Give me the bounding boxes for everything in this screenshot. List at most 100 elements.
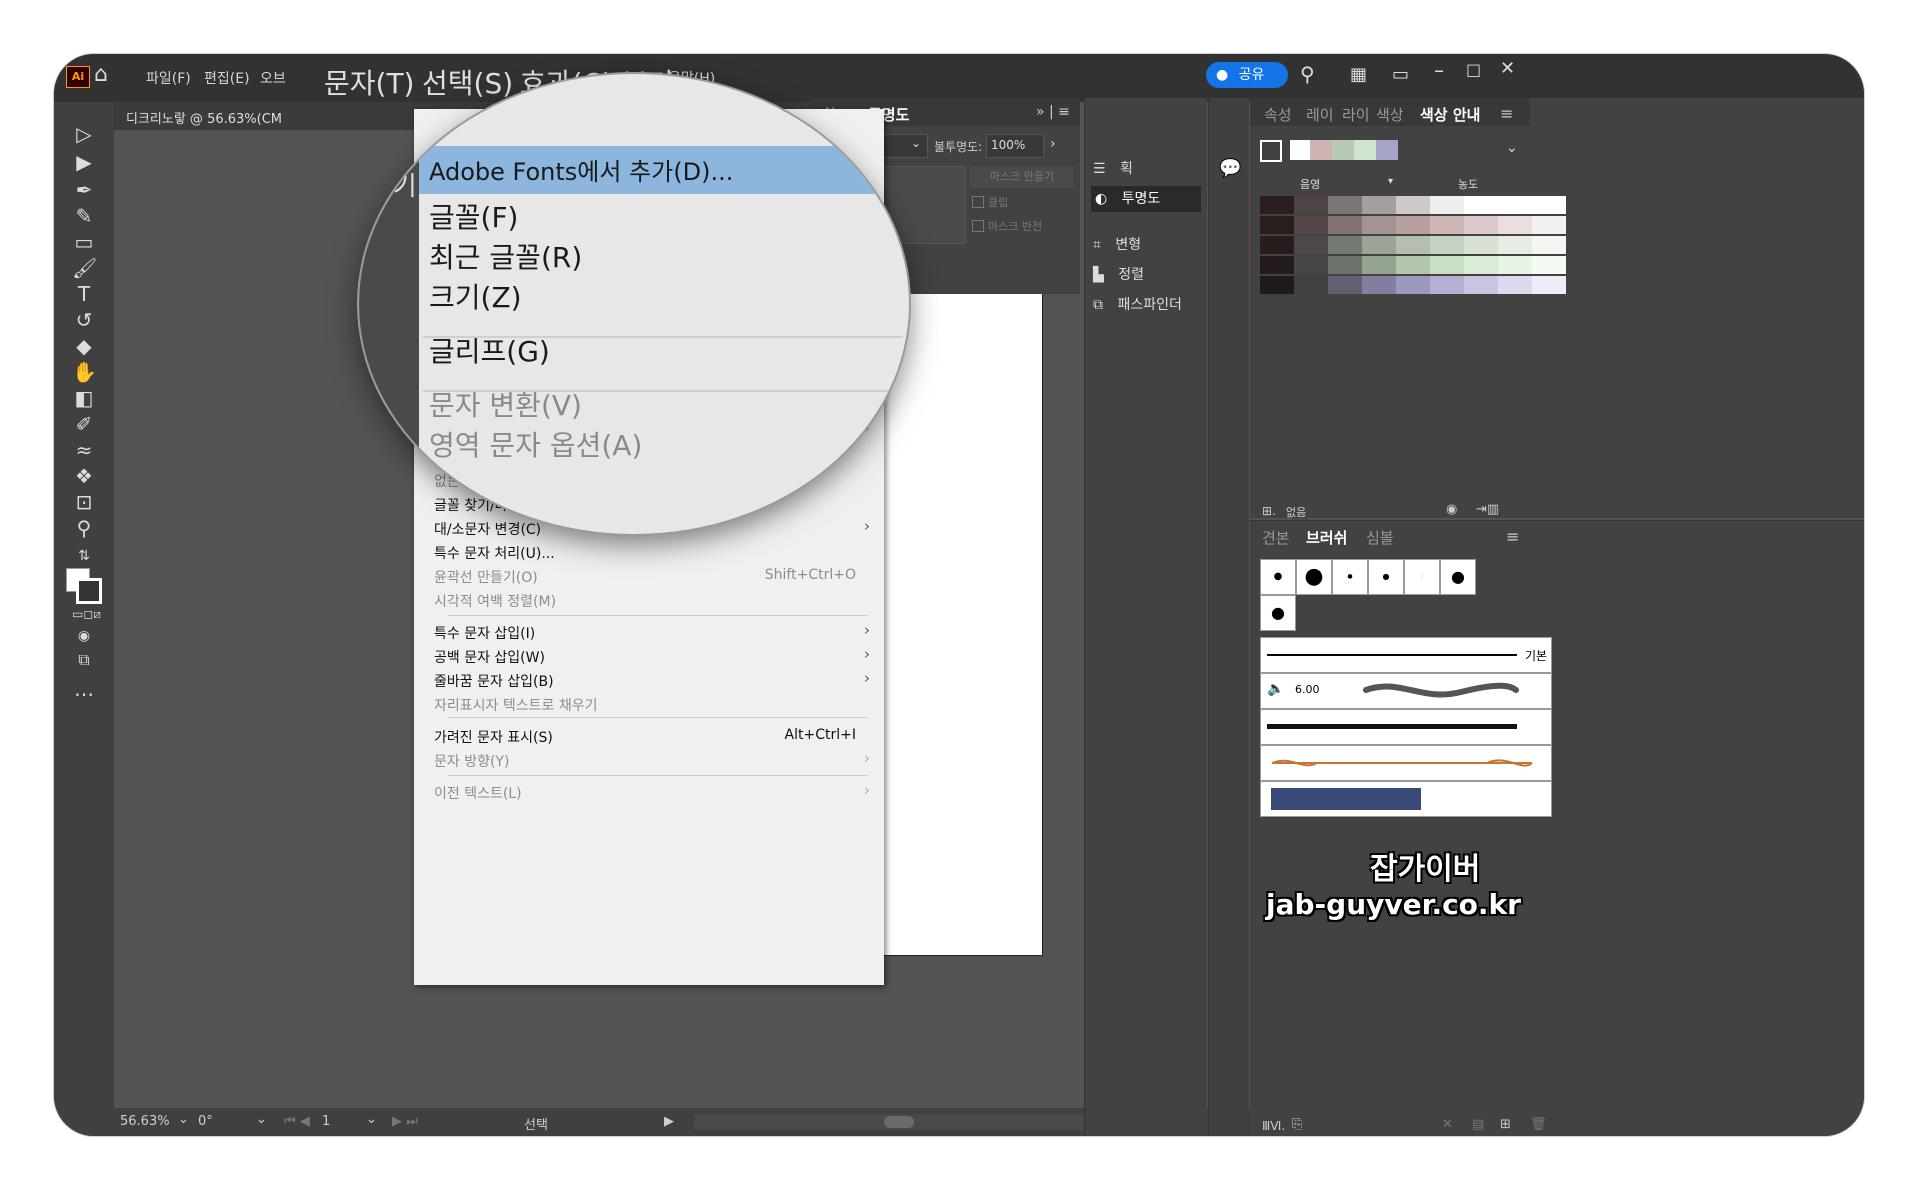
type-menu-item[interactable]: 자리표시자 텍스트로 채우기 bbox=[414, 695, 884, 717]
brush-basic[interactable]: 기본 bbox=[1260, 637, 1552, 673]
color-variation-cell[interactable] bbox=[1294, 276, 1328, 294]
make-mask-button[interactable]: 마스크 만들기 bbox=[970, 166, 1074, 188]
rectangle-tool-icon[interactable]: ▭ bbox=[72, 230, 96, 254]
h-scroll-thumb[interactable] bbox=[884, 1116, 914, 1128]
artboard-prev-icon[interactable]: ⏮ ◀ bbox=[284, 1114, 310, 1129]
curvature-tool-icon[interactable]: ✎ bbox=[72, 204, 96, 228]
panel-menu-icon[interactable]: ≡ bbox=[1500, 104, 1513, 123]
home-icon[interactable]: ⌂ bbox=[94, 62, 108, 87]
brush-pattern[interactable] bbox=[1260, 781, 1552, 817]
lens-menu-item[interactable]: 최근 글꼴(R) bbox=[429, 236, 582, 276]
color-variation-cell[interactable] bbox=[1498, 236, 1532, 254]
color-variation-cell[interactable] bbox=[1328, 276, 1362, 294]
pen-tool-icon[interactable]: ✒ bbox=[72, 178, 96, 202]
panel-toggle-icon[interactable]: ▭ bbox=[1392, 64, 1409, 85]
color-variation-cell[interactable] bbox=[1464, 276, 1498, 294]
blend-tool-icon[interactable]: ≈ bbox=[72, 438, 96, 462]
color-variation-grid[interactable] bbox=[1260, 196, 1566, 296]
invert-mask-checkbox[interactable] bbox=[972, 220, 984, 232]
close-icon[interactable]: ✕ bbox=[1500, 58, 1515, 79]
brush-library-icon[interactable]: ⅢⅥ. bbox=[1262, 1119, 1285, 1133]
color-variation-cell[interactable] bbox=[1294, 256, 1328, 274]
brush-calligraphic[interactable]: 🔈 6.00 bbox=[1260, 673, 1552, 709]
dock-item-transparency[interactable]: ◐ 투명도 bbox=[1091, 186, 1201, 212]
tab-swatches[interactable]: 견본 bbox=[1262, 527, 1290, 548]
type-menu-item[interactable]: 공백 문자 삽입(W) › bbox=[414, 645, 884, 669]
remove-stroke-icon[interactable]: ✕ bbox=[1442, 1117, 1453, 1132]
color-variation-cell[interactable] bbox=[1294, 196, 1328, 214]
tab-layers[interactable]: 레이 bbox=[1306, 104, 1334, 125]
harmony-color-3[interactable] bbox=[1354, 140, 1376, 160]
rotate-tool-icon[interactable]: ↺ bbox=[72, 308, 96, 332]
color-variation-cell[interactable] bbox=[1294, 236, 1328, 254]
color-variation-cell[interactable] bbox=[1532, 216, 1566, 234]
color-variation-cell[interactable] bbox=[1430, 276, 1464, 294]
minimize-icon[interactable]: – bbox=[1434, 58, 1444, 82]
delete-brush-icon[interactable]: 🗑 bbox=[1530, 1117, 1547, 1132]
clip-checkbox[interactable] bbox=[972, 196, 984, 208]
more-tools-icon[interactable]: ⋯ bbox=[72, 682, 96, 706]
color-variation-cell[interactable] bbox=[1260, 236, 1294, 254]
tab-properties[interactable]: 속성 bbox=[1264, 104, 1292, 125]
harmony-white-swatch[interactable] bbox=[1290, 140, 1310, 160]
gradient-tool-icon[interactable]: ◧ bbox=[72, 386, 96, 410]
brush-dot-4[interactable]: ● bbox=[1368, 559, 1404, 595]
tab-brushes[interactable]: 브러쉬 bbox=[1306, 527, 1347, 548]
new-brush-icon[interactable]: ⊞ bbox=[1500, 1117, 1511, 1132]
color-variation-cell[interactable] bbox=[1328, 256, 1362, 274]
color-variation-cell[interactable] bbox=[1294, 216, 1328, 234]
color-variation-cell[interactable] bbox=[1328, 216, 1362, 234]
tab-libraries[interactable]: 라이 bbox=[1342, 104, 1370, 125]
comments-icon[interactable]: 💬 bbox=[1219, 158, 1241, 179]
brush-settings-icon[interactable]: ▤ bbox=[1472, 1117, 1484, 1132]
brush-dot-7[interactable]: ● bbox=[1260, 595, 1296, 631]
lens-menu-item[interactable]: Adobe Fonts에서 추가(D)... bbox=[429, 152, 733, 187]
color-variation-cell[interactable] bbox=[1430, 236, 1464, 254]
color-mode-icon[interactable]: ▭◻⧄ bbox=[72, 602, 101, 626]
screen-mode-icon[interactable]: ⧉ bbox=[72, 648, 96, 672]
lens-menu-item[interactable]: 크기(Z) bbox=[429, 276, 522, 316]
opacity-slider-arrow-icon[interactable]: › bbox=[1050, 136, 1056, 152]
search-icon[interactable]: ⚲ bbox=[1300, 62, 1315, 86]
color-variation-cell[interactable] bbox=[1532, 196, 1566, 214]
direct-selection-tool-icon[interactable]: ▶ bbox=[72, 150, 96, 174]
brush-dot-1[interactable]: ● bbox=[1260, 559, 1296, 595]
selection-tool-icon[interactable]: ▷ bbox=[72, 122, 96, 146]
lens-menu-item[interactable]: 영역 문자 옵션(A) bbox=[429, 424, 642, 464]
type-menu-item[interactable]: 시각적 여백 정렬(M) bbox=[414, 591, 884, 613]
dock-item-pathfinder[interactable]: ⧉ 패스파인더 bbox=[1093, 294, 1182, 314]
type-tool-icon[interactable]: T bbox=[72, 282, 96, 306]
brush-dot-3[interactable]: ● bbox=[1332, 559, 1368, 595]
color-variation-cell[interactable] bbox=[1396, 216, 1430, 234]
artboard-dropdown-icon[interactable]: ⌄ bbox=[366, 1112, 377, 1127]
tab-symbols[interactable]: 심볼 bbox=[1366, 527, 1394, 548]
type-menu-item[interactable]: 줄바꿈 문자 삽입(B) › bbox=[414, 669, 884, 693]
color-variation-cell[interactable] bbox=[1464, 256, 1498, 274]
color-variation-cell[interactable] bbox=[1532, 236, 1566, 254]
horizontal-scrollbar[interactable] bbox=[694, 1114, 1114, 1130]
tab-color-guide[interactable]: 색상 안내 bbox=[1420, 104, 1480, 125]
symbol-sprayer-tool-icon[interactable]: ❖ bbox=[72, 464, 96, 488]
harmony-dropdown-icon[interactable]: ⌄ bbox=[1506, 140, 1518, 156]
color-variation-cell[interactable] bbox=[1532, 256, 1566, 274]
puppet-warp-tool-icon[interactable]: ✋ bbox=[72, 360, 97, 384]
artboard-number[interactable]: 1 bbox=[322, 1114, 330, 1129]
menu-select[interactable]: 선택(S) bbox=[422, 62, 513, 102]
eraser-tool-icon[interactable]: ◆ bbox=[72, 334, 96, 358]
paintbrush-tool-icon[interactable]: 🖌 bbox=[72, 256, 97, 280]
brush-arrow[interactable] bbox=[1260, 745, 1552, 781]
color-variation-cell[interactable] bbox=[1362, 216, 1396, 234]
color-variation-cell[interactable] bbox=[1430, 256, 1464, 274]
grid-icon[interactable]: ⊞. bbox=[1262, 504, 1276, 518]
swap-colors-icon[interactable]: ⇅ bbox=[72, 544, 96, 568]
color-wheel-icon[interactable]: ◉ bbox=[1446, 502, 1457, 517]
panel-menu-icon[interactable]: ≡ bbox=[1506, 527, 1519, 546]
color-variation-cell[interactable] bbox=[1396, 196, 1430, 214]
brush-dot-5[interactable]: | bbox=[1404, 559, 1440, 595]
color-variation-cell[interactable] bbox=[1328, 236, 1362, 254]
dock-item-stroke[interactable]: ☰ 획 bbox=[1093, 158, 1133, 178]
type-menu-item[interactable]: 윤곽선 만들기(O) Shift+Ctrl+O bbox=[414, 567, 884, 589]
color-variation-cell[interactable] bbox=[1464, 236, 1498, 254]
draw-mode-icon[interactable]: ◉ bbox=[72, 624, 96, 648]
type-menu-item[interactable]: 특수 문자 처리(U)... bbox=[414, 543, 884, 565]
